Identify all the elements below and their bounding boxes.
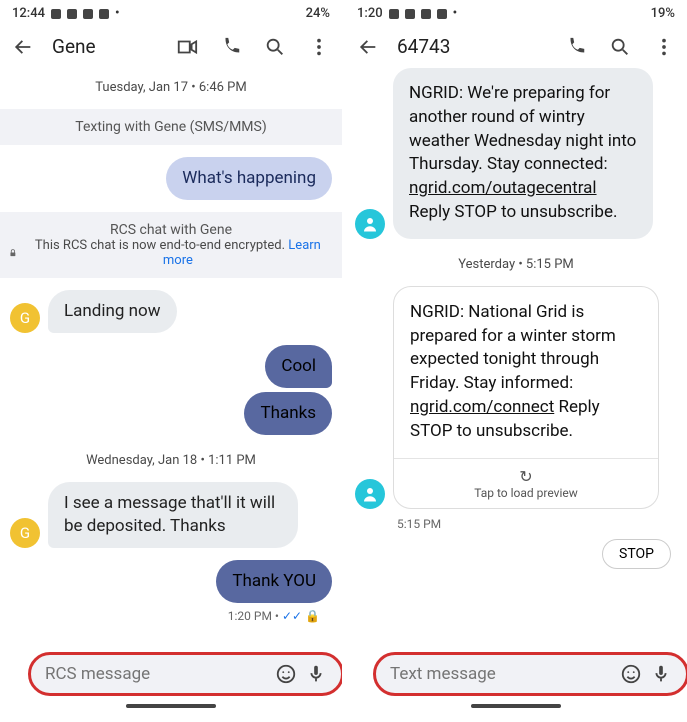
sms-banner: Texting with Gene (SMS/MMS): [0, 109, 342, 145]
status-app-icon: [67, 9, 77, 19]
more-icon[interactable]: [653, 36, 675, 58]
emoji-icon[interactable]: [620, 663, 642, 685]
conversation-title[interactable]: 64743: [397, 35, 547, 58]
received-message[interactable]: NGRID: We're preparing for another round…: [393, 68, 653, 239]
date-separator: Wednesday, Jan 18 • 1:11 PM: [10, 453, 332, 468]
status-bar: 12:44 • 24%: [0, 0, 342, 25]
message-input-container: [373, 652, 687, 696]
phone-right: 1:20 • 19%: [345, 0, 687, 710]
composer-bar: [345, 646, 687, 704]
sent-message[interactable]: Thank YOU: [216, 560, 332, 603]
reload-icon: ↻: [402, 467, 650, 486]
message-input-container: [28, 652, 342, 696]
phone-icon[interactable]: [220, 36, 242, 58]
composer-bar: [0, 646, 342, 704]
delivered-icon: ✓✓: [282, 609, 302, 623]
back-icon[interactable]: [12, 36, 34, 58]
link[interactable]: ngrid.com/connect: [410, 397, 554, 417]
message-input[interactable]: [45, 664, 267, 684]
message-time: 5:15 PM: [397, 517, 677, 531]
video-call-icon[interactable]: [176, 36, 198, 58]
status-time: 1:20: [357, 6, 383, 21]
mic-icon[interactable]: [650, 663, 672, 685]
mic-icon[interactable]: [305, 663, 327, 685]
chat-area[interactable]: NGRID: We're preparing for another round…: [345, 68, 687, 646]
status-app-icon: [51, 9, 61, 19]
sent-message[interactable]: Thanks: [244, 392, 332, 435]
more-icon[interactable]: [308, 36, 330, 58]
status-app-icon: [83, 9, 93, 19]
app-bar: 64743: [345, 25, 687, 68]
status-battery-pct: 19%: [651, 6, 675, 21]
lock-icon: [8, 247, 18, 259]
status-app-icon: [99, 9, 109, 19]
status-time: 12:44: [12, 6, 45, 21]
status-app-icon: [389, 9, 399, 19]
conversation-title[interactable]: Gene: [52, 35, 158, 58]
message-input[interactable]: [390, 664, 612, 684]
suggested-reply[interactable]: STOP: [602, 539, 671, 569]
back-icon[interactable]: [357, 36, 379, 58]
status-app-icon: [405, 9, 415, 19]
received-message-card[interactable]: NGRID: National Grid is prepared for a w…: [393, 286, 659, 509]
rcs-banner: RCS chat with Gene This RCS chat is now …: [0, 212, 342, 278]
date-separator: Tuesday, Jan 17 • 6:46 PM: [10, 80, 332, 95]
load-preview-button[interactable]: ↻ Tap to load preview: [394, 458, 658, 508]
search-icon[interactable]: [609, 36, 631, 58]
home-indicator[interactable]: [126, 704, 216, 708]
sent-message[interactable]: Cool: [265, 345, 332, 388]
avatar[interactable]: [355, 479, 385, 509]
date-separator: Yesterday • 5:15 PM: [355, 257, 677, 272]
app-bar: Gene: [0, 25, 342, 68]
received-message[interactable]: Landing now: [48, 290, 177, 333]
avatar[interactable]: G: [10, 303, 40, 333]
avatar[interactable]: [355, 209, 385, 239]
status-bar: 1:20 • 19%: [345, 0, 687, 25]
lock-icon: 🔒: [305, 609, 320, 623]
link[interactable]: ngrid.com/outagecentral: [409, 178, 597, 198]
chat-area[interactable]: Tuesday, Jan 17 • 6:46 PM Texting with G…: [0, 68, 342, 646]
search-icon[interactable]: [264, 36, 286, 58]
phone-icon[interactable]: [565, 36, 587, 58]
phone-left: 12:44 • 24%: [0, 0, 342, 710]
avatar[interactable]: G: [10, 518, 40, 548]
status-battery-pct: 24%: [306, 6, 330, 21]
sent-message[interactable]: What's happening: [166, 157, 332, 200]
home-indicator[interactable]: [471, 704, 561, 708]
status-app-icon: [421, 9, 431, 19]
message-meta: 1:20 PM • ✓✓ 🔒: [10, 609, 332, 623]
status-app-icon: [437, 9, 447, 19]
received-message[interactable]: I see a message that'll it will be depos…: [48, 482, 298, 548]
emoji-icon[interactable]: [275, 663, 297, 685]
